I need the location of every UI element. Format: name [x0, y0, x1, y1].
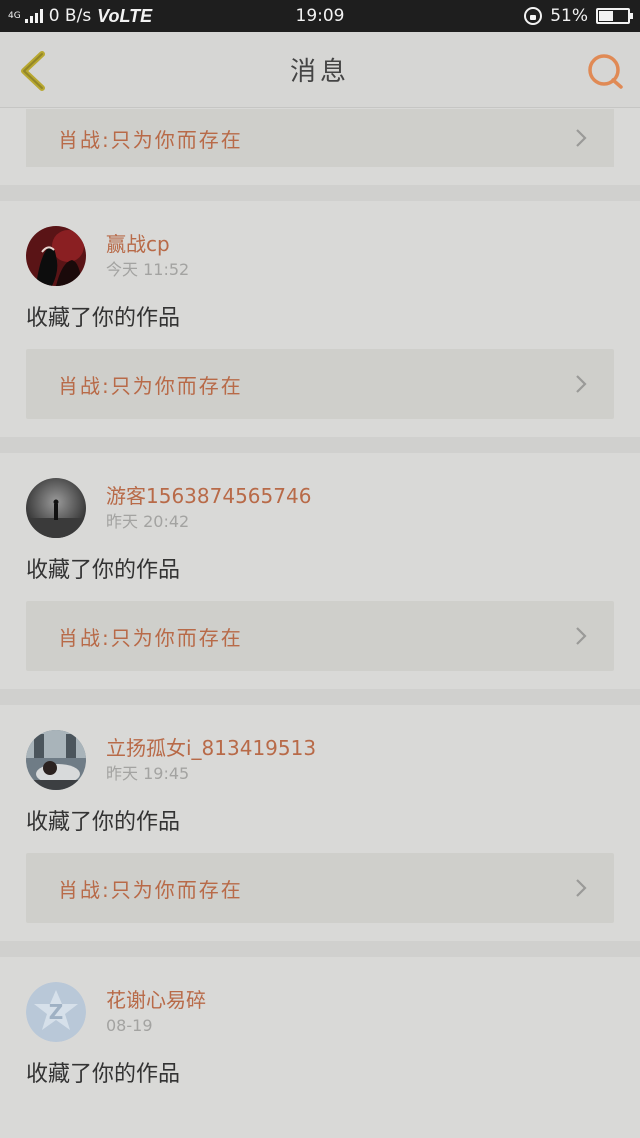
user-row[interactable]: 赢战cp 今天 11:52: [26, 226, 614, 286]
chevron-right-icon: [576, 879, 587, 897]
username[interactable]: 赢战cp: [106, 231, 189, 257]
work-title: 肖战:只为你而存在: [58, 877, 243, 902]
status-right: 51%: [524, 6, 633, 26]
avatar[interactable]: [26, 478, 86, 538]
work-link[interactable]: 肖战:只为你而存在: [26, 853, 614, 923]
back-button[interactable]: [14, 50, 54, 92]
battery-percent: 51%: [550, 6, 588, 26]
network-type: 4G: [8, 10, 21, 21]
action-text: 收藏了你的作品: [26, 306, 181, 331]
user-meta: 游客1563874565746 昨天 20:42: [106, 483, 311, 533]
avatar[interactable]: [26, 226, 86, 286]
username[interactable]: 花谢心易碎: [106, 987, 206, 1013]
network-speed: 0 B/s: [48, 6, 92, 26]
user-row[interactable]: 游客1563874565746 昨天 20:42: [26, 478, 614, 538]
work-link[interactable]: 肖战:只为你而存在: [26, 109, 614, 167]
timestamp: 08-19: [106, 1016, 153, 1035]
chevron-right-icon: [576, 627, 587, 645]
user-meta: 赢战cp 今天 11:52: [106, 231, 189, 281]
search-icon: [588, 54, 623, 89]
work-title: 肖战:只为你而存在: [58, 127, 243, 152]
divider: [0, 689, 640, 705]
list-item: 赢战cp 今天 11:52 收藏了你的作品 肖战:只为你而存在: [0, 226, 640, 437]
user-row[interactable]: 立扬孤女i_813419513 昨天 19:45: [26, 730, 614, 790]
timestamp: 昨天 20:42: [106, 512, 190, 531]
user-meta: 花谢心易碎 08-19: [106, 987, 206, 1037]
chevron-right-icon: [576, 129, 587, 147]
list-item: 游客1563874565746 昨天 20:42 收藏了你的作品 肖战:只为你而…: [0, 478, 640, 689]
chevron-right-icon: [576, 375, 587, 393]
list-item: 立扬孤女i_813419513 昨天 19:45 收藏了你的作品 肖战:只为你而…: [0, 730, 640, 941]
message-list: 肖战:只为你而存在 赢战cp 今天 11:52 收藏了你的作品 肖战:只为你而存…: [0, 109, 640, 1091]
list-item: 肖战:只为你而存在: [0, 109, 640, 167]
rotation-lock-icon: [524, 7, 543, 25]
username[interactable]: 游客1563874565746: [106, 483, 311, 509]
divider: [0, 437, 640, 453]
screen: 4G 0 B/s VoLTE 19:09 51% 消息 肖战:只为你而存在 赢战…: [0, 0, 640, 1138]
work-link[interactable]: 肖战:只为你而存在: [26, 601, 614, 671]
battery-icon: [596, 8, 633, 24]
signal-icon: [24, 9, 43, 23]
status-left: 4G 0 B/s VoLTE: [8, 6, 152, 27]
user-row[interactable]: Z 花谢心易碎 08-19: [26, 982, 614, 1042]
work-title: 肖战:只为你而存在: [58, 625, 243, 650]
list-item: Z 花谢心易碎 08-19 收藏了你的作品: [0, 982, 640, 1091]
work-title: 肖战:只为你而存在: [58, 373, 243, 398]
battery-fill: [599, 11, 614, 21]
status-bar: 4G 0 B/s VoLTE 19:09 51%: [0, 0, 640, 32]
divider: [0, 185, 640, 201]
timestamp: 今天 11:52: [106, 260, 190, 279]
user-meta: 立扬孤女i_813419513 昨天 19:45: [106, 735, 316, 785]
chevron-left-icon: [21, 51, 45, 91]
svg-text:Z: Z: [49, 1000, 64, 1024]
username[interactable]: 立扬孤女i_813419513: [106, 735, 316, 761]
divider: [0, 941, 640, 957]
volte-label: VoLTE: [97, 5, 153, 26]
action-text: 收藏了你的作品: [26, 1062, 181, 1087]
avatar[interactable]: Z: [26, 982, 86, 1042]
page-title: 消息: [289, 57, 350, 87]
action-text: 收藏了你的作品: [26, 558, 181, 583]
work-link[interactable]: 肖战:只为你而存在: [26, 349, 614, 419]
default-avatar-icon: Z: [26, 982, 86, 1042]
nav-header: 消息: [0, 32, 640, 108]
search-button[interactable]: [586, 52, 626, 92]
action-text: 收藏了你的作品: [26, 810, 181, 835]
timestamp: 昨天 19:45: [106, 764, 190, 783]
avatar[interactable]: [26, 730, 86, 790]
